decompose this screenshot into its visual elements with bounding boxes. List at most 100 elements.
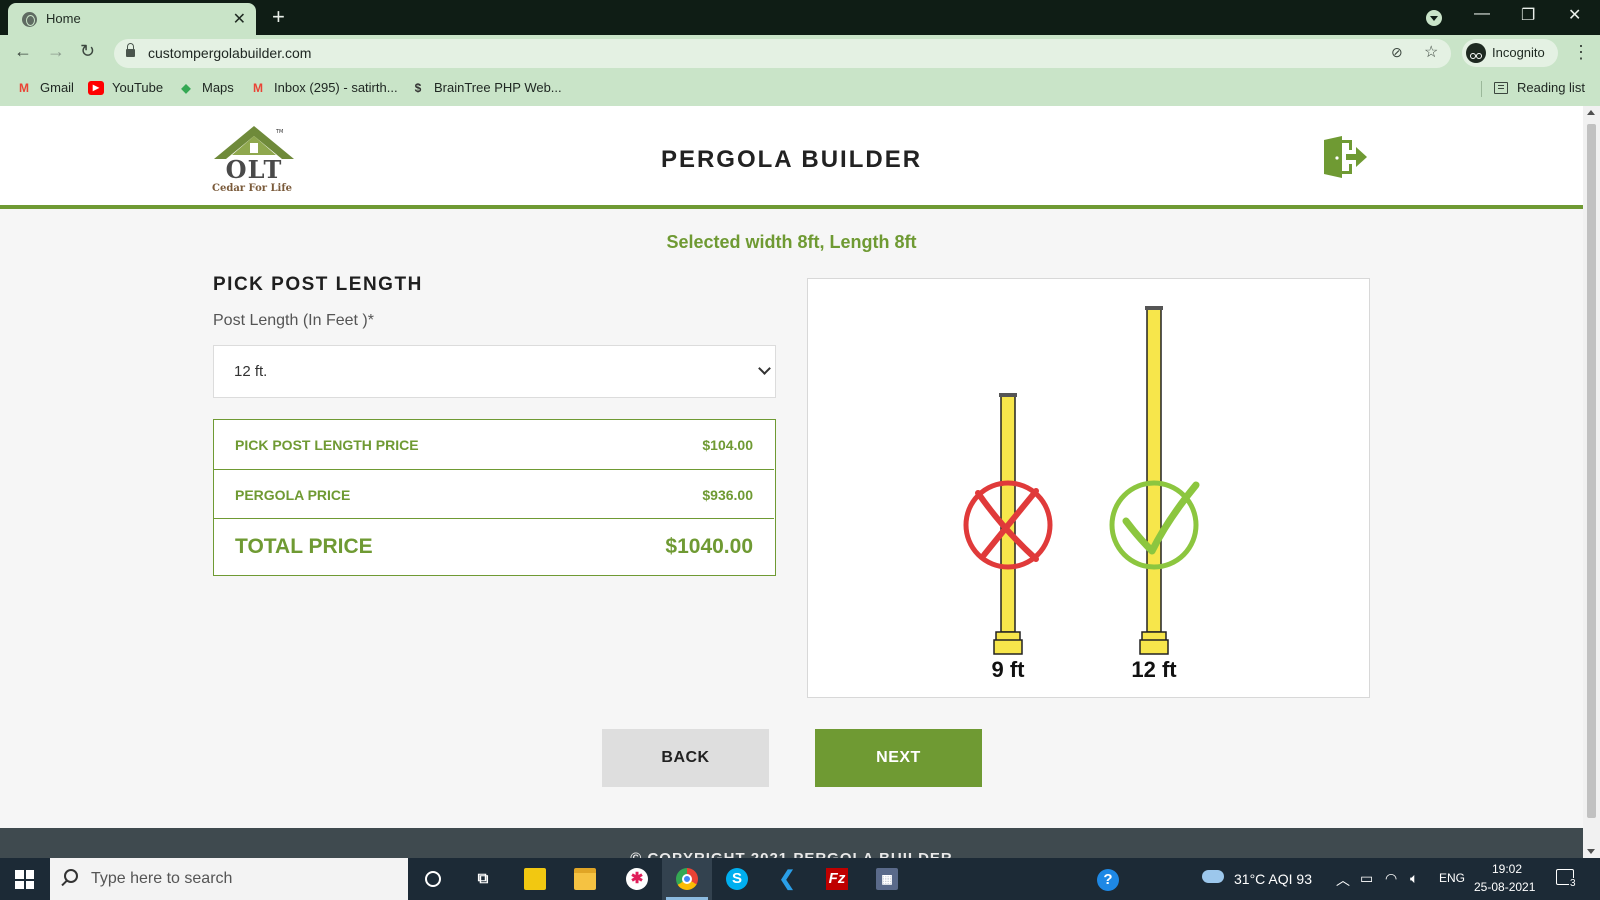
clock-time[interactable]: 19:02 bbox=[1492, 862, 1522, 876]
scroll-thumb[interactable] bbox=[1587, 124, 1596, 818]
page-scrollbar[interactable] bbox=[1583, 106, 1600, 858]
bookmark-braintree[interactable]: $ BrainTree PHP Web... bbox=[410, 80, 562, 95]
weather-text[interactable]: 31°C AQI 93 bbox=[1234, 871, 1312, 887]
post-length-price-row: PICK POST LENGTH PRICE $104.00 bbox=[214, 420, 774, 470]
slack-icon[interactable]: ✱ bbox=[612, 858, 662, 900]
reading-list-icon bbox=[1494, 81, 1508, 94]
close-window-icon[interactable]: ✕ bbox=[1568, 5, 1581, 25]
price-label: PERGOLA PRICE bbox=[235, 487, 351, 503]
next-button[interactable]: NEXT bbox=[815, 729, 982, 787]
total-price-row: TOTAL PRICE $1040.00 bbox=[214, 519, 774, 575]
post-length-select[interactable]: 12 ft. bbox=[213, 345, 776, 398]
star-icon[interactable]: ☆ bbox=[1424, 42, 1438, 62]
tab-search-icon[interactable] bbox=[1426, 10, 1442, 26]
url-text: custompergolabuilder.com bbox=[148, 45, 312, 61]
price-label: PICK POST LENGTH PRICE bbox=[235, 437, 419, 453]
bookmark-inbox[interactable]: M Inbox (295) - satirth... bbox=[250, 80, 398, 95]
taskbar-search[interactable]: Type here to search bbox=[50, 858, 408, 900]
eye-off-icon[interactable]: ⊘ bbox=[1391, 44, 1403, 61]
maps-icon: ◆ bbox=[181, 80, 191, 95]
forward-arrow-icon[interactable]: → bbox=[47, 41, 65, 62]
globe-icon bbox=[22, 12, 37, 27]
scroll-down-icon[interactable] bbox=[1587, 849, 1595, 854]
taskbar-search-placeholder: Type here to search bbox=[91, 870, 233, 887]
bookmark-maps[interactable]: ◆ Maps bbox=[178, 80, 234, 95]
browser-toolbar: ← → ↻ custompergolabuilder.com ⊘ ☆ bbox=[0, 35, 1600, 72]
wifi-icon[interactable]: ◠ bbox=[1385, 870, 1397, 887]
post-12ft-label: 12 ft bbox=[1131, 657, 1177, 682]
task-view-icon[interactable]: ⧉ bbox=[458, 858, 508, 900]
bookmark-label: YouTube bbox=[112, 80, 164, 95]
incognito-icon bbox=[1466, 43, 1486, 63]
price-value: $104.00 bbox=[702, 437, 753, 453]
weather-cloud-icon bbox=[1202, 870, 1224, 883]
post-length-value: 12 ft. bbox=[234, 363, 268, 380]
site-header: TM OLT Cedar For Life PERGOLA BUILDER bbox=[0, 106, 1583, 209]
back-arrow-icon[interactable]: ← bbox=[14, 41, 32, 62]
post-9ft-label: 9 ft bbox=[992, 657, 1026, 682]
bookmark-separator bbox=[1481, 81, 1482, 97]
bookmark-youtube[interactable]: ▶ YouTube bbox=[88, 80, 163, 95]
bookmark-label: Maps bbox=[202, 80, 234, 95]
tab-title: Home bbox=[46, 11, 81, 26]
gmail-icon: M bbox=[19, 80, 29, 95]
chevron-up-icon[interactable]: ︿ bbox=[1336, 870, 1350, 890]
gmail-icon: M bbox=[253, 80, 263, 95]
post-length-illustration: 9 ft 12 ft bbox=[807, 278, 1370, 698]
restore-icon[interactable]: ❐ bbox=[1521, 5, 1535, 25]
skype-icon[interactable]: S bbox=[712, 858, 762, 900]
browser-tab-home[interactable]: Home ✕ bbox=[8, 3, 256, 35]
vscode-icon[interactable]: ❮ bbox=[762, 858, 812, 900]
bookmark-label: Gmail bbox=[40, 80, 74, 95]
help-icon[interactable]: ? bbox=[1097, 869, 1119, 891]
notification-count: 3 bbox=[1569, 878, 1577, 889]
lock-icon[interactable] bbox=[126, 43, 135, 58]
back-button[interactable]: BACK bbox=[602, 729, 769, 787]
page: TM OLT Cedar For Life PERGOLA BUILDER Se… bbox=[0, 106, 1583, 858]
copyright-text: © COPYRIGHT 2021 PERGOLA BUILDER bbox=[0, 850, 1583, 858]
bookmark-label: Inbox (295) - satirth... bbox=[274, 80, 398, 95]
logout-icon[interactable] bbox=[1322, 136, 1368, 178]
address-bar[interactable]: custompergolabuilder.com ⊘ ☆ bbox=[114, 39, 1451, 68]
total-price-label: TOTAL PRICE bbox=[235, 535, 373, 558]
file-explorer-icon[interactable] bbox=[560, 858, 610, 900]
price-value: $936.00 bbox=[702, 487, 753, 503]
chrome-icon[interactable] bbox=[662, 858, 712, 900]
chevron-down-icon bbox=[758, 362, 771, 375]
logo-tagline: Cedar For Life bbox=[212, 183, 293, 194]
site-footer: © COPYRIGHT 2021 PERGOLA BUILDER bbox=[0, 828, 1583, 858]
reading-list-button[interactable]: Reading list bbox=[1494, 80, 1585, 95]
language-indicator[interactable]: ENG bbox=[1439, 871, 1465, 885]
youtube-icon: ▶ bbox=[88, 80, 104, 95]
scroll-up-icon[interactable] bbox=[1587, 110, 1595, 115]
selected-dimensions-note: Selected width 8ft, Length 8ft bbox=[666, 232, 917, 252]
new-tab-icon[interactable]: + bbox=[272, 4, 285, 30]
post-12ft bbox=[1139, 306, 1169, 655]
cortana-icon[interactable] bbox=[408, 858, 458, 900]
reload-icon[interactable]: ↻ bbox=[80, 41, 95, 62]
bookmark-gmail[interactable]: M Gmail bbox=[16, 80, 74, 95]
windows-taskbar: Type here to search ⧉ ✱ S ❮ Fz ▦ ? 31°C … bbox=[0, 858, 1600, 900]
incognito-label: Incognito bbox=[1492, 45, 1545, 60]
clock-date[interactable]: 25-08-2021 bbox=[1474, 880, 1535, 894]
windows-start-icon[interactable] bbox=[15, 870, 34, 889]
reading-list-label: Reading list bbox=[1517, 80, 1585, 95]
sticky-notes-icon[interactable] bbox=[510, 858, 560, 900]
calculator-icon[interactable]: ▦ bbox=[862, 858, 912, 900]
close-tab-icon[interactable]: ✕ bbox=[233, 9, 246, 29]
volume-icon[interactable]: 🔈︎ bbox=[1410, 870, 1418, 887]
browser-tab-strip: Home ✕ + — ❐ ✕ bbox=[0, 0, 1600, 35]
minimize-icon[interactable]: — bbox=[1474, 5, 1490, 23]
filezilla-icon[interactable]: Fz bbox=[812, 858, 862, 900]
more-menu-icon[interactable]: ⋮ bbox=[1572, 42, 1590, 63]
pergola-price-row: PERGOLA PRICE $936.00 bbox=[214, 470, 774, 519]
price-summary: PICK POST LENGTH PRICE $104.00 PERGOLA P… bbox=[213, 419, 776, 576]
incognito-badge[interactable]: Incognito bbox=[1462, 39, 1558, 67]
bookmark-label: BrainTree PHP Web... bbox=[434, 80, 562, 95]
battery-icon[interactable]: ▭ bbox=[1360, 870, 1373, 887]
braintree-icon: $ bbox=[414, 80, 422, 95]
svg-text:TM: TM bbox=[275, 129, 283, 135]
section-title: PICK POST LENGTH bbox=[213, 274, 423, 295]
search-icon bbox=[64, 869, 78, 883]
post-illustration-svg: 9 ft 12 ft bbox=[963, 306, 1200, 682]
